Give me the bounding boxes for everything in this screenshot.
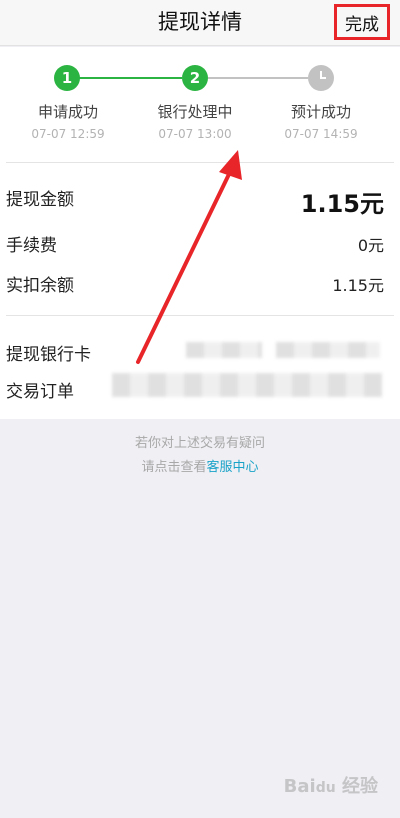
deduct-value: 1.15元 <box>332 276 384 295</box>
step-2-number: 2 <box>189 69 201 87</box>
bank-card-redacted <box>276 342 380 358</box>
divider <box>6 315 394 316</box>
bank-card-label: 提现银行卡 <box>6 345 91 365</box>
step-1-label: 申请成功 <box>37 103 98 121</box>
step-2-label: 银行处理中 <box>157 103 233 121</box>
fee-label: 手续费 <box>6 236 57 256</box>
step-1-indicator: 1 <box>54 65 80 91</box>
order-label: 交易订单 <box>6 382 74 402</box>
order-redacted <box>112 373 382 397</box>
step-3-time: 07-07 14:59 <box>284 127 358 141</box>
step-1-number: 1 <box>61 69 73 87</box>
step-2-indicator: 2 <box>182 65 208 91</box>
watermark-logo: Baidu 经验 <box>283 776 378 797</box>
help-line-2: 请点击查看客服中心 <box>0 456 400 475</box>
amount-label: 提现金额 <box>6 190 74 210</box>
step-3-label: 预计成功 <box>290 103 351 121</box>
progress-line-pending <box>208 77 308 79</box>
progress-line-complete <box>78 77 182 79</box>
divider <box>6 162 394 163</box>
done-button[interactable]: 完成 <box>334 4 390 40</box>
navbar: 提现详情 完成 <box>0 0 400 46</box>
bank-card-redacted <box>186 342 262 358</box>
step-2-time: 07-07 13:00 <box>158 127 232 141</box>
help-line-1: 若你对上述交易有疑问 <box>134 436 265 451</box>
customer-service-link[interactable]: 客服中心 <box>207 460 259 475</box>
amount-value: 1.15元 <box>300 190 384 218</box>
deduct-label: 实扣余额 <box>6 276 74 296</box>
fee-value: 0元 <box>357 236 384 255</box>
detail-card: 1 2 申请成功 银行处理中 预计成功 07-07 12:59 07-07 13… <box>0 47 400 419</box>
help-prefix: 请点击查看 <box>141 460 207 475</box>
step-1-time: 07-07 12:59 <box>31 127 105 141</box>
clock-icon <box>308 65 334 91</box>
